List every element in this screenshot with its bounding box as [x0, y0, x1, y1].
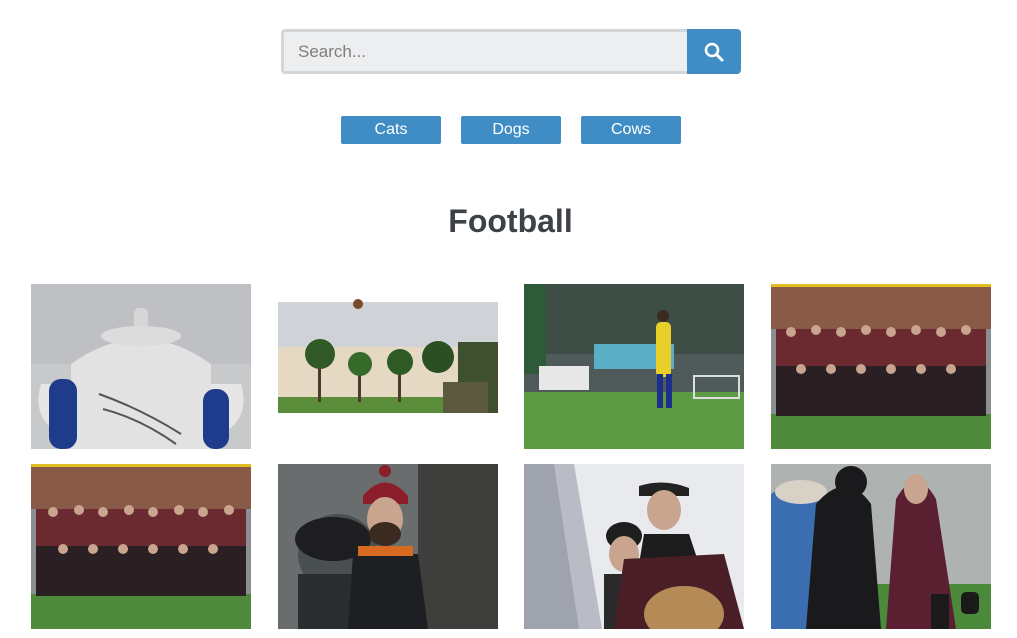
gallery-photo-player-celebrating[interactable]: [524, 284, 745, 449]
search-icon: [704, 42, 724, 61]
gallery-photo-palm-trees[interactable]: [277, 284, 498, 413]
photo-gallery: [31, 284, 991, 629]
gallery-photo-trophy[interactable]: [31, 284, 251, 449]
page-title: Football: [448, 203, 573, 239]
gallery-photo-players-in-rain-jackets[interactable]: [770, 464, 991, 629]
filter-cats-button[interactable]: Cats: [341, 116, 441, 144]
gallery-photo-team-group[interactable]: [770, 284, 991, 449]
search-input[interactable]: [281, 29, 687, 74]
filter-dogs-button[interactable]: Dogs: [461, 116, 561, 144]
gallery-photo-men-in-crowd[interactable]: [524, 464, 745, 629]
gallery-photo-bearded-man-beanie[interactable]: [277, 464, 498, 629]
search-button[interactable]: [687, 29, 741, 74]
filter-cows-button[interactable]: Cows: [581, 116, 681, 144]
gallery-photo-team-group-2[interactable]: [31, 464, 251, 629]
filter-buttons: Cats Dogs Cows: [341, 116, 681, 144]
search-bar: [281, 29, 741, 74]
